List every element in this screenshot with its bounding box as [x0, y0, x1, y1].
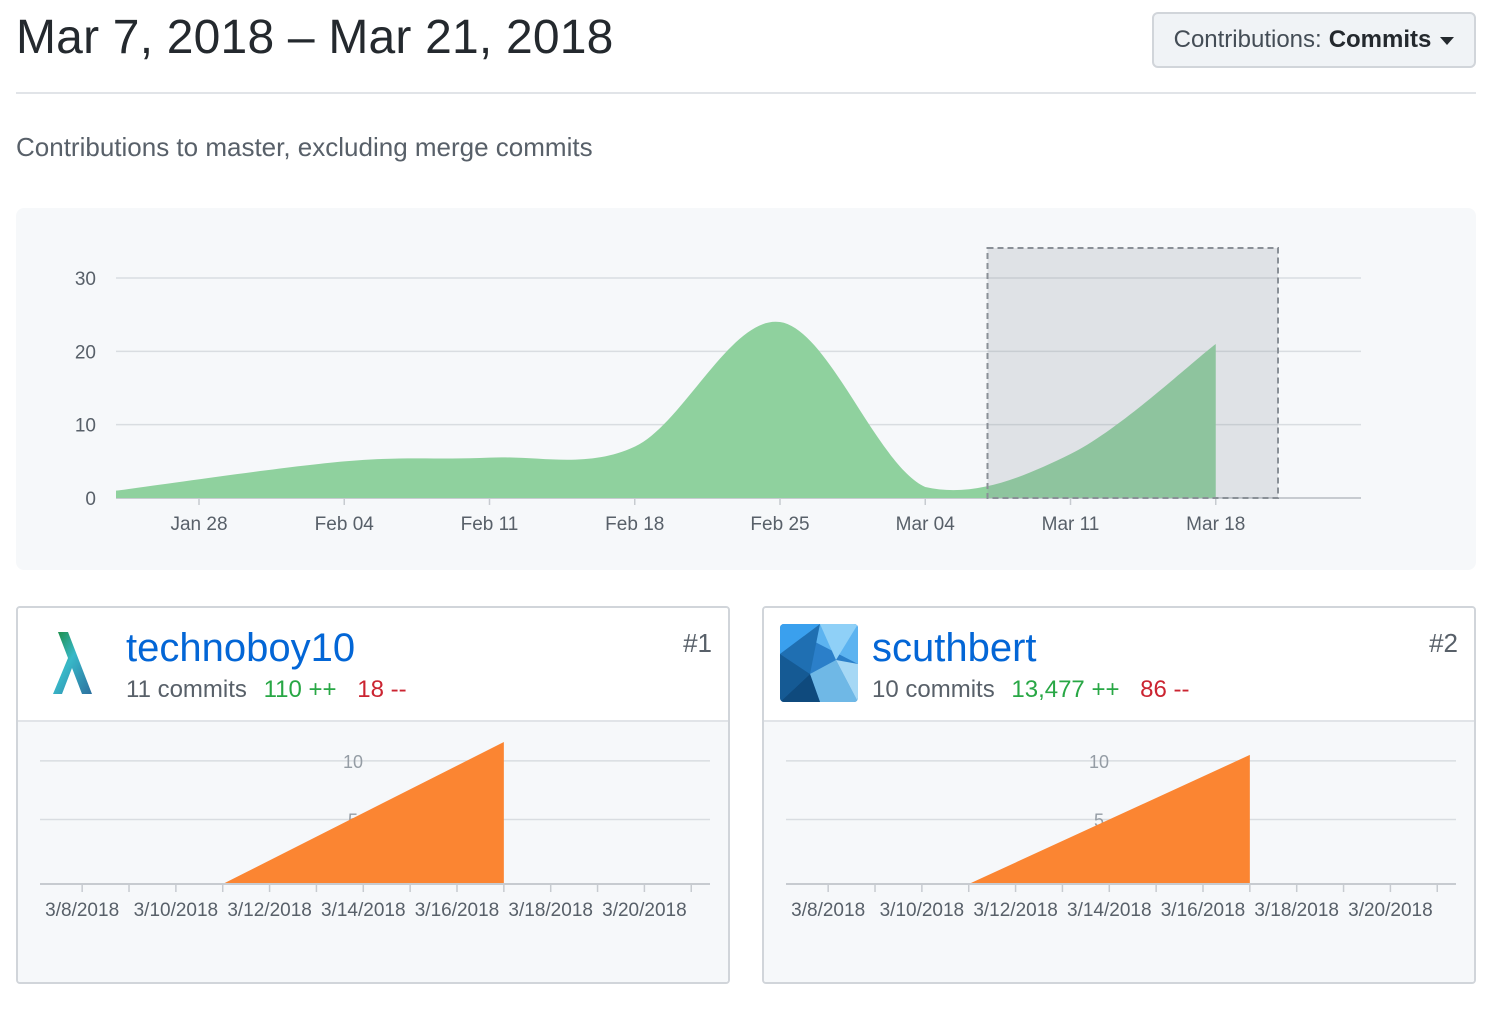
- x-tick-label: Feb 25: [750, 514, 809, 535]
- y-tick-label: 10: [1089, 752, 1109, 772]
- x-tick-label: Jan 28: [170, 514, 227, 535]
- x-tick-label: 3/10/2018: [134, 900, 219, 921]
- additions-count: 110 ++: [263, 676, 337, 703]
- contributor-chart: 5103/8/20183/10/20183/12/20183/14/20183/…: [18, 722, 728, 982]
- contributions-chart-svg[interactable]: 0 10 20 30 Jan 28 Feb 04 Feb 11 Feb 18 Feb 25 Mar…: [16, 208, 1476, 570]
- x-tick-label: Feb 18: [605, 514, 664, 535]
- deletions-count: 86 --: [1140, 676, 1190, 703]
- contributor-stats: 11 commits 110 ++ 18 --: [126, 676, 407, 704]
- contributor-username-link[interactable]: technoboy10: [126, 626, 355, 671]
- x-tick-label: 3/16/2018: [415, 900, 500, 921]
- selection-brush: [986, 247, 1279, 499]
- x-tick-label: 3/10/2018: [880, 900, 965, 921]
- contributor-area: [175, 742, 504, 884]
- x-tick-label: Feb 04: [315, 514, 375, 535]
- lambda-avatar-icon[interactable]: [34, 624, 112, 702]
- x-tick-label: 3/20/2018: [1348, 900, 1433, 921]
- contributor-rank: #1: [683, 628, 712, 658]
- x-tick-label: Mar 11: [1042, 514, 1100, 535]
- page-header: Mar 7, 2018 – Mar 21, 2018 Contributions…: [16, 0, 1476, 94]
- x-tick-label: 3/8/2018: [45, 900, 119, 921]
- x-tick-label: 3/20/2018: [602, 900, 687, 921]
- contributor-chart: 5103/8/20183/10/20183/12/20183/14/20183/…: [764, 722, 1474, 982]
- y-tick-label: 0: [85, 489, 96, 510]
- x-tick-label: 3/14/2018: [321, 900, 406, 921]
- x-tick-label: 3/12/2018: [227, 900, 312, 921]
- commit-count: 11 commits: [126, 676, 247, 703]
- chart-subtitle: Contributions to master, excluding merge…: [16, 132, 593, 162]
- contributions-label: Contributions:: [1173, 26, 1322, 53]
- deletions-count: 18 --: [357, 676, 407, 703]
- commit-count: 10 commits: [872, 676, 995, 703]
- contributions-value: Commits: [1328, 26, 1432, 53]
- x-tick-label: 3/14/2018: [1067, 900, 1152, 921]
- date-range-title: Mar 7, 2018 – Mar 21, 2018: [16, 11, 614, 64]
- contributor-card-header: scuthbert 10 commits 13,477 ++ 86 -- #2: [764, 608, 1474, 722]
- contributor-card: scuthbert 10 commits 13,477 ++ 86 -- #2 …: [762, 606, 1476, 984]
- x-tick-label: 3/16/2018: [1161, 900, 1246, 921]
- x-tick-label: Feb 11: [461, 514, 519, 535]
- x-tick-label: 3/18/2018: [508, 900, 593, 921]
- y-tick-label: 20: [75, 342, 96, 363]
- x-tick-label: 3/8/2018: [791, 900, 865, 921]
- x-tick-label: 3/12/2018: [973, 900, 1058, 921]
- contributions-chart[interactable]: 0 10 20 30 Jan 28 Feb 04 Feb 11 Feb 18 Feb 25 Mar…: [16, 208, 1476, 570]
- x-tick-label: Mar 04: [896, 514, 956, 535]
- geometric-avatar-icon[interactable]: [780, 624, 858, 702]
- chevron-down-icon: [1440, 37, 1455, 45]
- y-tick-label: 10: [75, 416, 96, 437]
- contributor-card-header: technoboy10 11 commits 110 ++ 18 -- #1: [18, 608, 728, 722]
- contributor-chart-svg: 5103/8/20183/10/20183/12/20183/14/20183/…: [786, 752, 1456, 921]
- x-tick-label: Mar 18: [1186, 514, 1245, 535]
- y-tick-label: 30: [75, 269, 96, 290]
- contributor-card: technoboy10 11 commits 110 ++ 18 -- #1 5…: [16, 606, 730, 984]
- contributions-type-dropdown[interactable]: Contributions: Commits: [1152, 12, 1476, 68]
- y-tick-label: 10: [343, 752, 363, 772]
- contributor-rank: #2: [1429, 628, 1458, 658]
- contributor-chart-svg: 5103/8/20183/10/20183/12/20183/14/20183/…: [40, 742, 710, 921]
- contributor-stats: 10 commits 13,477 ++ 86 --: [872, 676, 1190, 704]
- contributor-username-link[interactable]: scuthbert: [872, 626, 1037, 671]
- additions-count: 13,477 ++: [1011, 676, 1120, 703]
- x-tick-label: 3/18/2018: [1254, 900, 1339, 921]
